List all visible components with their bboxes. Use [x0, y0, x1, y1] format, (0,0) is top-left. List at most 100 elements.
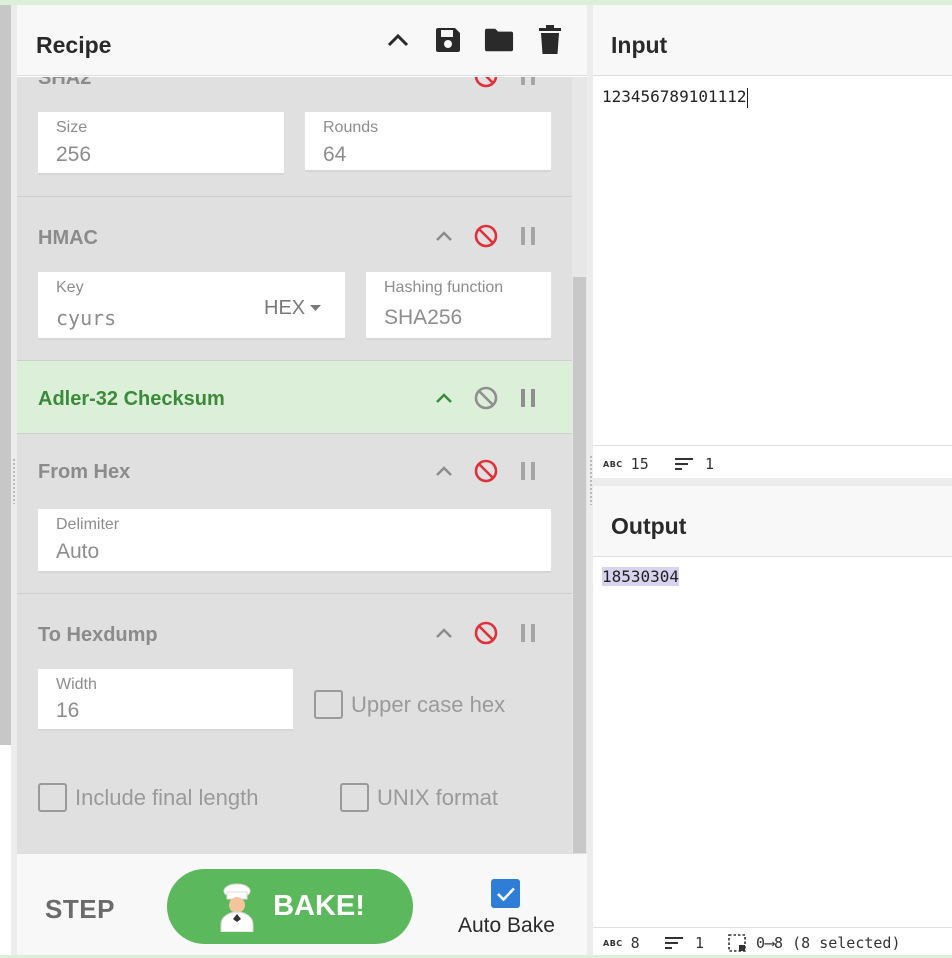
output-selection-value: 0⟶8 (8 selected)	[756, 934, 901, 952]
output-status-bar: ABC 8 1 0⟶8 (8 selected)	[593, 927, 952, 955]
key-field[interactable]: Key cyurs HEX	[38, 272, 345, 340]
chevron-up-icon[interactable]	[431, 620, 457, 646]
output-textarea[interactable]: 18530304	[593, 557, 952, 927]
hashing-function-field[interactable]: Hashing function SHA256	[366, 272, 551, 340]
bake-label: BAKE!	[273, 890, 365, 922]
operation-title: Adler-32 Checksum	[38, 388, 225, 410]
key-format-label: HEX	[264, 297, 306, 319]
input-title: Input	[611, 32, 668, 58]
lines-icon	[675, 457, 693, 470]
pause-icon[interactable]	[515, 223, 541, 249]
field-value: Auto	[56, 540, 100, 563]
bake-controls: STEP BAKE! Auto Bake	[17, 853, 587, 958]
input-text: 123456789101112	[602, 87, 748, 108]
field-label: Delimiter	[56, 516, 120, 533]
text-cursor	[746, 87, 748, 108]
collapse-all-icon[interactable]	[383, 25, 413, 55]
rounds-field[interactable]: Rounds 64	[305, 112, 551, 172]
recipe-list: SHA2 Size 256 Rounds 64 HMAC Key cyurs H…	[17, 77, 587, 853]
operation-sha2[interactable]: SHA2 Size 256 Rounds 64	[17, 77, 572, 197]
pause-icon[interactable]	[515, 458, 541, 484]
field-label: Key	[56, 279, 84, 296]
auto-bake-label: Auto Bake	[458, 914, 555, 937]
recipe-header: Recipe	[17, 5, 587, 76]
input-lines: 1	[675, 455, 714, 473]
step-button[interactable]: STEP	[45, 894, 115, 925]
bake-button[interactable]: BAKE!	[167, 869, 413, 944]
size-field[interactable]: Size 256	[38, 112, 284, 175]
pane-resizer[interactable]	[593, 478, 952, 486]
selection-icon	[728, 934, 746, 952]
unix-format-checkbox[interactable]: UNIX format	[340, 783, 498, 812]
input-text-value: 123456789101112	[602, 87, 747, 106]
checkbox-box[interactable]	[340, 783, 369, 812]
field-value: 256	[56, 143, 92, 166]
output-length-value: 8	[630, 934, 640, 952]
delimiter-field[interactable]: Delimiter Auto	[38, 509, 551, 573]
operation-adler32-checksum[interactable]: Adler-32 Checksum	[17, 361, 572, 434]
output-title: Output	[611, 513, 687, 539]
checkbox-label: Upper case hex	[351, 691, 506, 717]
recipe-title: Recipe	[36, 32, 112, 58]
output-header: Output	[593, 486, 952, 557]
output-selection: 0⟶8 (8 selected)	[728, 934, 901, 952]
field-value: 64	[323, 143, 347, 166]
disable-icon[interactable]	[473, 620, 499, 646]
output-lines-value: 1	[695, 934, 705, 952]
save-icon[interactable]	[433, 25, 463, 55]
checkmark-icon	[496, 887, 515, 901]
disable-icon[interactable]	[473, 385, 499, 411]
pause-icon[interactable]	[515, 77, 541, 89]
abc-icon: ABC	[603, 938, 623, 948]
input-textarea[interactable]: 123456789101112	[593, 77, 952, 445]
operation-title: To Hexdump	[38, 624, 158, 646]
checkbox-box[interactable]	[314, 690, 343, 719]
operation-hmac[interactable]: HMAC Key cyurs HEX Hashing function SHA2…	[17, 197, 572, 361]
operation-title: HMAC	[38, 227, 98, 249]
field-label: Rounds	[323, 119, 379, 136]
include-final-length-checkbox[interactable]: Include final length	[38, 783, 258, 812]
pause-icon[interactable]	[515, 385, 541, 411]
key-format-dropdown[interactable]: HEX	[264, 297, 322, 320]
output-lines: 1	[665, 934, 704, 952]
upper-case-hex-checkbox[interactable]: Upper case hex	[314, 690, 505, 719]
operation-to-hexdump[interactable]: To Hexdump Width 16 Upper case hex Inclu…	[17, 594, 572, 853]
input-length: ABC 15	[603, 455, 649, 473]
folder-icon[interactable]	[484, 25, 514, 55]
operation-from-hex[interactable]: From Hex Delimiter Auto	[17, 434, 572, 594]
disable-icon[interactable]	[473, 458, 499, 484]
chevron-up-icon[interactable]	[431, 223, 457, 249]
recipe-scrollbar-thumb[interactable]	[573, 277, 586, 853]
output-length: ABC 8	[603, 934, 640, 952]
input-lines-value: 1	[705, 455, 715, 473]
checkbox-label: UNIX format	[377, 784, 499, 810]
input-length-value: 15	[630, 455, 649, 473]
trash-icon[interactable]	[535, 25, 565, 55]
disable-icon[interactable]	[473, 77, 499, 89]
lines-icon	[665, 936, 683, 949]
key-value: cyurs	[56, 306, 117, 330]
chef-icon	[220, 883, 254, 932]
field-value: 16	[56, 699, 80, 722]
chevron-up-icon[interactable]	[431, 458, 457, 484]
operation-title: From Hex	[38, 461, 131, 483]
field-label: Hashing function	[384, 279, 504, 296]
operation-title: SHA2	[38, 77, 92, 89]
abc-icon: ABC	[603, 459, 623, 469]
chevron-up-icon[interactable]	[431, 385, 457, 411]
output-text-value: 18530304	[602, 567, 680, 586]
pause-icon[interactable]	[515, 620, 541, 646]
input-header: Input	[593, 5, 952, 76]
field-label: Size	[56, 119, 88, 136]
recipe-panel: Recipe SHA2 Size 256 Rounds 64 HMAC Key …	[17, 5, 587, 958]
checkbox-box[interactable]	[38, 783, 67, 812]
left-resizer-grip[interactable]	[12, 458, 16, 504]
checkbox-label: Include final length	[75, 784, 259, 810]
field-label: Width	[56, 676, 97, 693]
input-status-bar: ABC 15 1	[593, 445, 952, 478]
disable-icon[interactable]	[473, 223, 499, 249]
caret-down-icon	[310, 305, 322, 311]
auto-bake-checkbox[interactable]	[491, 879, 520, 908]
width-field[interactable]: Width 16	[38, 669, 293, 731]
operations-panel-edge	[0, 5, 11, 745]
